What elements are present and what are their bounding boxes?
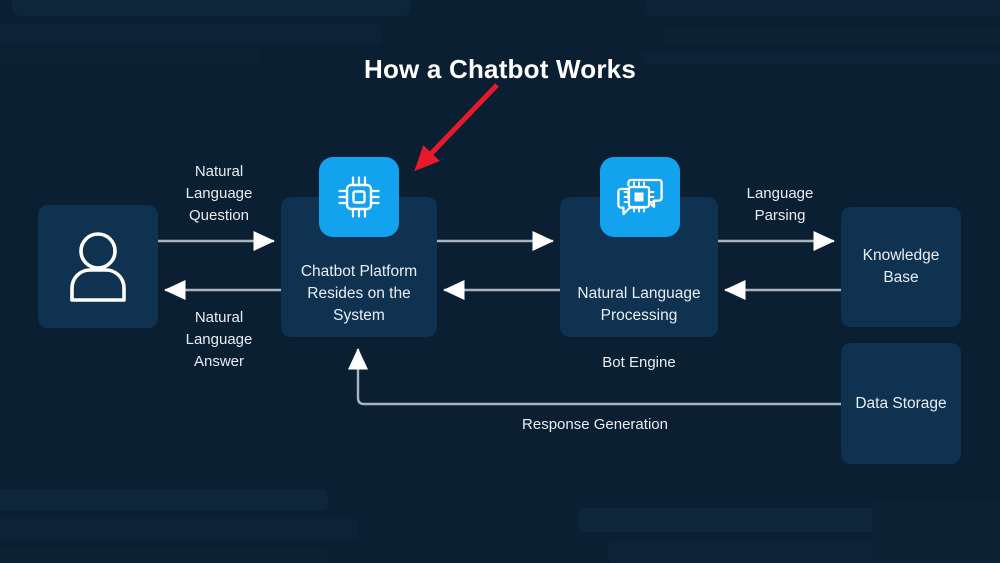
- background-decoration: [663, 26, 1000, 46]
- chat-bubbles-chip-icon-tile[interactable]: [600, 157, 680, 237]
- node-natural-language-processing-label: Natural Language Processing: [577, 285, 701, 324]
- page-title: How a Chatbot Works: [363, 54, 636, 84]
- edge-label-natural-language-question: Natural Language Question: [185, 163, 253, 224]
- edge-label-response-generation: Response Generation: [522, 416, 668, 433]
- node-knowledge-base-label: Knowledge Base: [862, 247, 940, 286]
- background-decoration: [872, 500, 1000, 560]
- edge-label-language-parsing: Language Parsing: [746, 185, 814, 224]
- node-user[interactable]: [38, 205, 158, 328]
- node-knowledge-base[interactable]: Knowledge Base: [841, 207, 961, 327]
- diagram-canvas: How a Chatbot Works Chatbot Platform Res…: [0, 0, 1000, 563]
- background-decoration: [0, 489, 328, 511]
- cpu-chip-icon-tile[interactable]: [319, 157, 399, 237]
- group-label-bot-engine: Bot Engine: [602, 354, 676, 371]
- node-chatbot-platform-label: Chatbot Platform Resides on the System: [300, 263, 418, 324]
- node-data-storage-label: Data Storage: [855, 394, 947, 412]
- background-decoration: [12, 0, 410, 16]
- background-decoration: [0, 547, 328, 563]
- person-icon: [70, 231, 126, 302]
- background-decoration: [645, 0, 1000, 16]
- background-decoration: [0, 518, 358, 540]
- node-data-storage[interactable]: Data Storage: [841, 343, 961, 464]
- cpu-chip-icon: [338, 176, 380, 218]
- chat-bubbles-chip-icon: [615, 178, 663, 217]
- pointer-arrow: [414, 83, 499, 172]
- edge-label-natural-language-answer: Natural Language Answer: [185, 309, 253, 370]
- background-decoration: [0, 23, 382, 45]
